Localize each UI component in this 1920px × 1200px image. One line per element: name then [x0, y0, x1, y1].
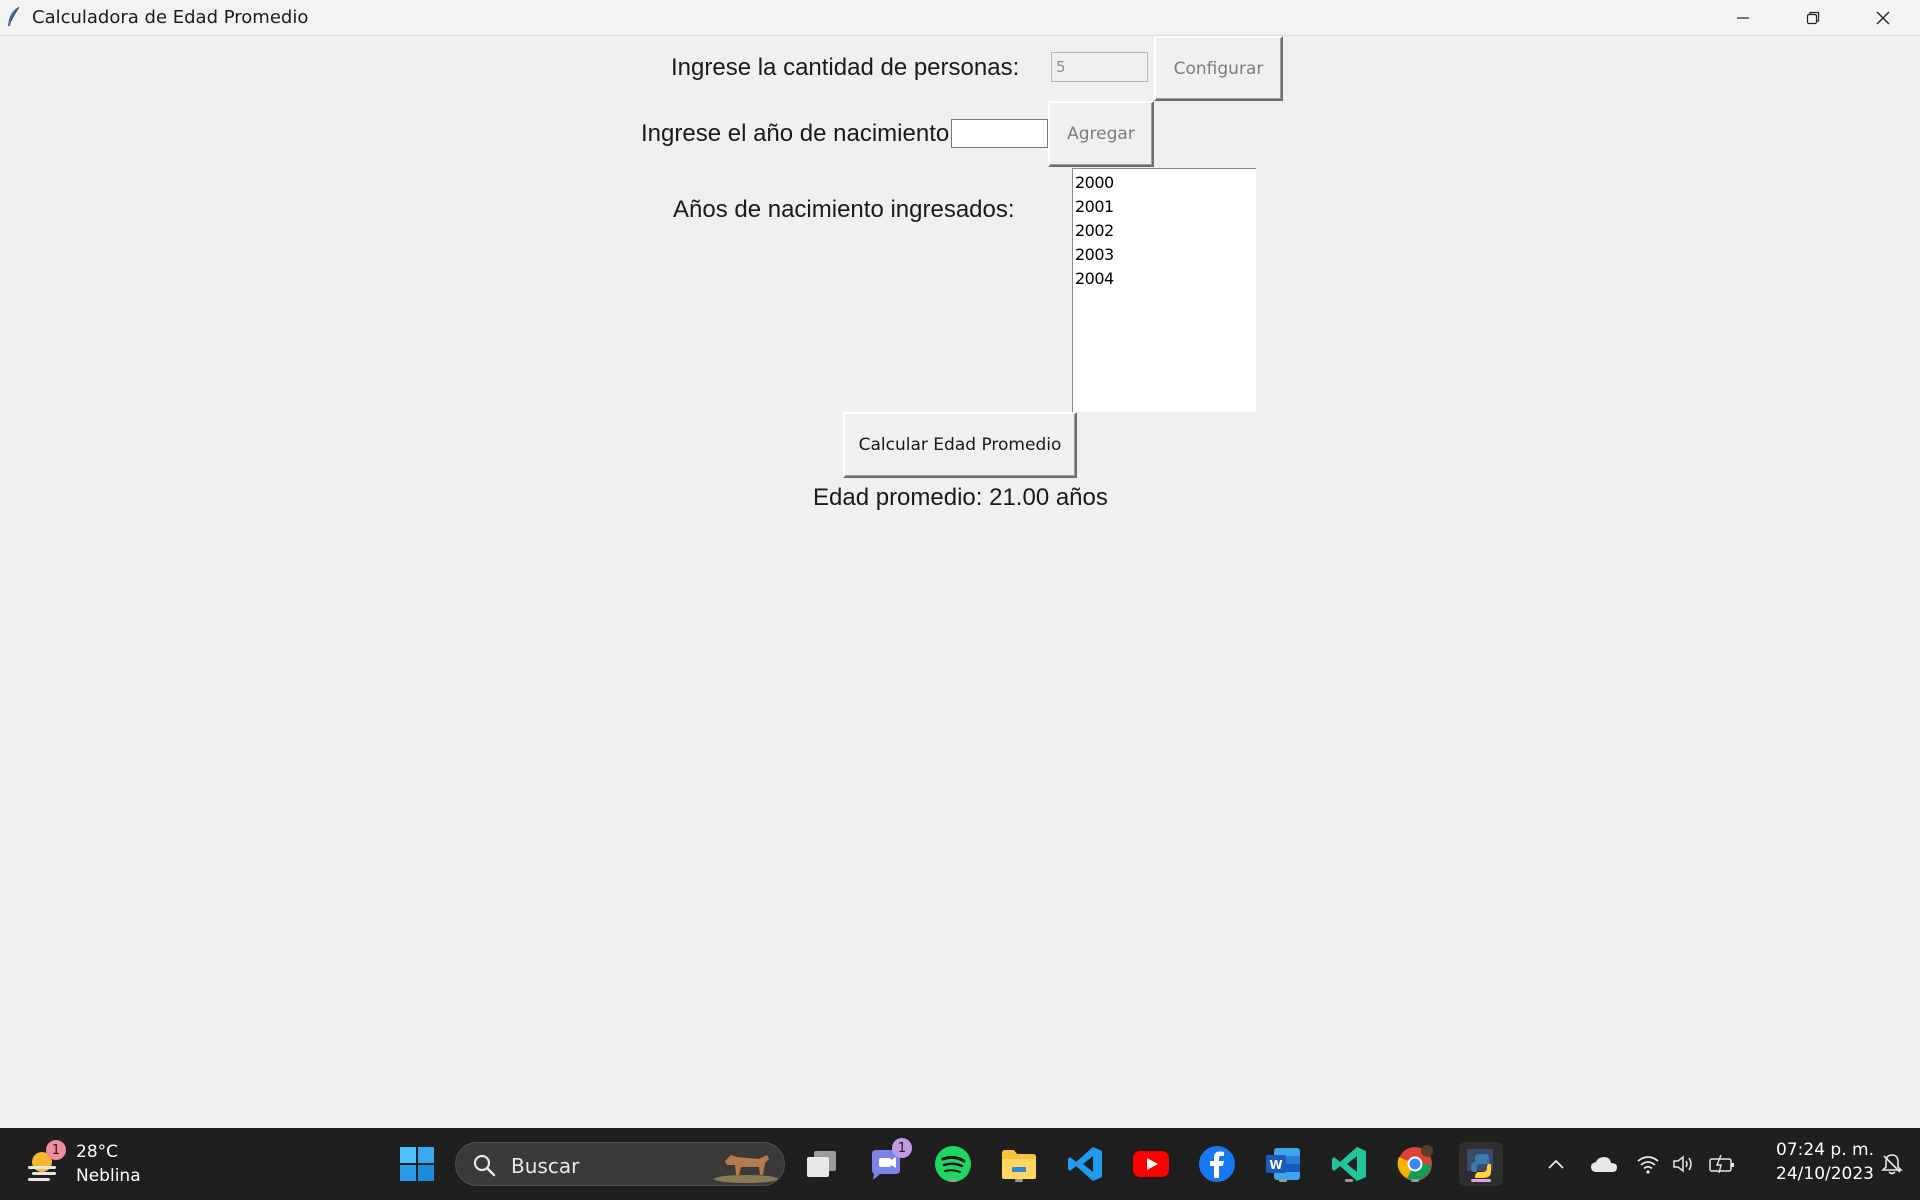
entered-years-label: Años de nacimiento ingresados: [673, 196, 1015, 223]
speaker-icon [1673, 1155, 1692, 1173]
title-bar[interactable]: Calculadora de Edad Promedio [0, 0, 1920, 36]
minimize-icon [1737, 16, 1749, 19]
clock[interactable]: 07:24 p. m. 24/10/2023 [1748, 1138, 1878, 1190]
youtube-icon [1133, 1151, 1169, 1177]
battery-button[interactable] [1702, 1142, 1742, 1186]
volume-button[interactable] [1666, 1142, 1702, 1186]
chevron-up-icon [1548, 1159, 1564, 1169]
onedrive-button[interactable] [1582, 1142, 1626, 1186]
list-item[interactable]: 2003 [1075, 243, 1256, 267]
count-label: Ingrese la cantidad de personas: [671, 54, 1020, 81]
running-indicator [1411, 1179, 1419, 1182]
restore-button[interactable] [1778, 0, 1848, 35]
search-icon [472, 1153, 496, 1182]
minimize-button[interactable] [1708, 0, 1778, 35]
vscode-icon [1068, 1147, 1102, 1181]
chrome-button[interactable] [1393, 1142, 1437, 1186]
list-item[interactable]: 2002 [1075, 219, 1256, 243]
running-indicator [1279, 1179, 1287, 1182]
add-button[interactable]: Agregar [1048, 101, 1154, 167]
taskbar-search[interactable]: Buscar [455, 1142, 785, 1186]
result-label: Edad promedio: 21.00 años [813, 484, 1108, 511]
notifications-button[interactable] [1872, 1142, 1912, 1186]
calculate-button[interactable]: Calcular Edad Promedio [843, 412, 1077, 478]
spotify-button[interactable] [931, 1142, 975, 1186]
weather-temp: 28°C [76, 1142, 119, 1162]
visual-studio-icon [1332, 1147, 1366, 1181]
count-input[interactable] [1051, 52, 1148, 82]
years-listbox[interactable]: 2000 2001 2002 2003 2004 [1072, 168, 1256, 412]
weather-badge: 1 [46, 1140, 66, 1160]
youtube-button[interactable] [1129, 1142, 1173, 1186]
list-item[interactable]: 2004 [1075, 267, 1256, 291]
wifi-button[interactable] [1630, 1142, 1666, 1186]
configure-button[interactable]: Configurar [1154, 36, 1283, 101]
running-indicator [949, 1179, 957, 1182]
task-view-button[interactable] [800, 1142, 844, 1186]
clock-date: 24/10/2023 [1776, 1164, 1874, 1184]
taskbar: 1 28°C Neblina Buscar 1 W 07:24 p. m. 24… [0, 1128, 1920, 1200]
weather-desc: Neblina [76, 1166, 141, 1186]
start-button[interactable] [395, 1142, 439, 1186]
file-explorer-button[interactable] [997, 1142, 1041, 1186]
facebook-button[interactable] [1195, 1142, 1239, 1186]
window-title: Calculadora de Edad Promedio [32, 7, 309, 28]
close-button[interactable] [1848, 0, 1918, 35]
word-button[interactable]: W [1261, 1142, 1305, 1186]
feather-icon [6, 6, 22, 28]
visual-studio-button[interactable] [1327, 1142, 1371, 1186]
restore-icon [1806, 11, 1820, 24]
chat-badge: 1 [892, 1138, 912, 1158]
task-view-icon [807, 1151, 836, 1177]
svg-text:W: W [1269, 1158, 1282, 1172]
active-indicator [1471, 1179, 1491, 1182]
year-label: Ingrese el año de nacimiento: [641, 120, 956, 147]
facebook-icon [1199, 1146, 1235, 1182]
list-item[interactable]: 2001 [1075, 195, 1256, 219]
clock-time: 07:24 p. m. [1776, 1140, 1874, 1160]
notification-bell-icon [1881, 1154, 1903, 1175]
file-explorer-icon [1002, 1150, 1036, 1179]
year-input[interactable] [951, 119, 1048, 148]
teams-chat-button[interactable]: 1 [864, 1138, 912, 1186]
start-icon [400, 1147, 434, 1181]
chrome-icon [1397, 1145, 1433, 1181]
app-client-area: Ingrese la cantidad de personas: Configu… [1, 36, 1919, 1128]
running-indicator [1345, 1179, 1353, 1182]
wifi-icon [1637, 1156, 1659, 1174]
python-button[interactable] [1459, 1142, 1503, 1186]
word-icon: W [1266, 1148, 1300, 1180]
weather-widget[interactable]: 1 28°C Neblina [22, 1140, 202, 1190]
search-placeholder: Buscar [511, 1154, 580, 1178]
vscode-button[interactable] [1063, 1142, 1107, 1186]
battery-charging-icon [1709, 1155, 1734, 1173]
show-hidden-icons-button[interactable] [1534, 1142, 1578, 1186]
running-indicator [1015, 1179, 1023, 1182]
list-item[interactable]: 2000 [1075, 171, 1256, 195]
cloud-icon [1591, 1157, 1617, 1172]
search-highlight-horse-icon [711, 1147, 781, 1188]
spotify-icon [935, 1146, 971, 1182]
close-icon [1876, 11, 1890, 24]
python-icon [1467, 1149, 1493, 1178]
